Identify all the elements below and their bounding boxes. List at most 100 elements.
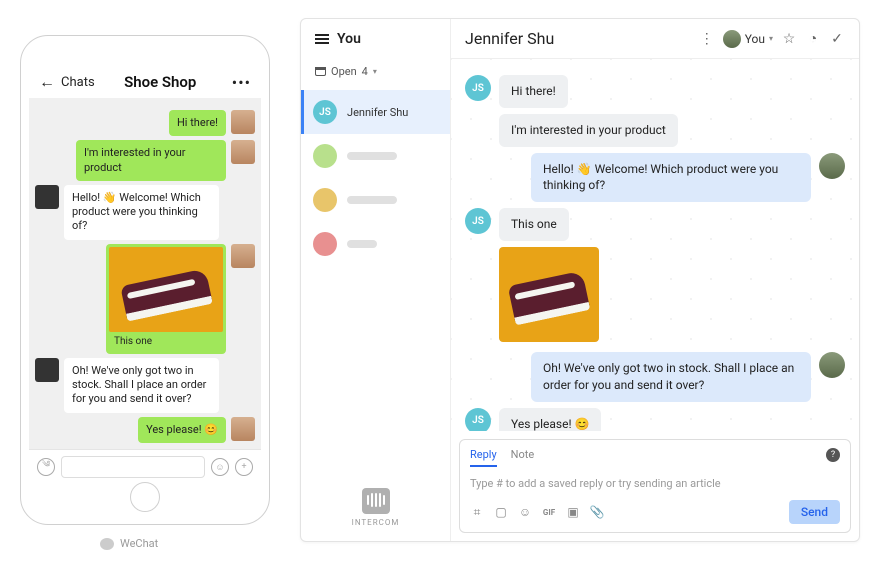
sidebar-header: You <box>301 19 450 59</box>
shoe-image <box>109 247 223 332</box>
conversation-avatar <box>313 232 337 256</box>
tab-reply[interactable]: Reply <box>470 448 497 467</box>
composer-input[interactable]: Type # to add a saved reply or try sendi… <box>470 473 840 500</box>
main-header: Jennifer Shu ⋮ You ▾ ☆ ◔ ✓ <box>451 19 859 59</box>
message-row: JS Yes please! 😊 <box>465 408 845 431</box>
phone-chat-body: Hi there! I'm interested in your product… <box>29 98 261 449</box>
incoming-bubble: Hi there! <box>499 75 568 108</box>
phone-text-input[interactable] <box>61 456 205 478</box>
image-caption: This one <box>109 332 223 351</box>
customer-avatar: JS <box>465 408 491 431</box>
message-row: Yes please! 😊 <box>35 417 255 443</box>
tab-note[interactable]: Note <box>511 448 535 467</box>
conversation-title: Jennifer Shu <box>465 29 691 48</box>
chevron-down-icon: ▾ <box>769 34 773 43</box>
message-row: JS Hi there! <box>465 75 845 108</box>
help-icon[interactable]: ? <box>826 448 840 462</box>
open-filter[interactable]: Open 4 ▾ <box>301 59 450 90</box>
user-avatar <box>231 244 255 268</box>
customer-avatar: JS <box>465 208 491 234</box>
intercom-logo-icon <box>362 488 390 514</box>
close-icon[interactable]: ✓ <box>829 31 845 47</box>
chevron-down-icon: ▾ <box>373 67 377 76</box>
phone-input-bar: ༄ ☺ + <box>29 449 261 484</box>
shop-avatar <box>35 358 59 382</box>
intercom-logo-text: INTERCOM <box>301 518 450 527</box>
intercom-app: You Open 4 ▾ JS Jennifer Shu <box>300 18 860 542</box>
snooze-icon[interactable]: ◔ <box>805 30 821 47</box>
conversation-item[interactable] <box>301 134 450 178</box>
saved-reply-icon[interactable]: ⌗ <box>470 505 484 519</box>
message-row: Oh! We've only got two in stock. Shall I… <box>35 358 255 413</box>
outgoing-bubble: I'm interested in your product <box>76 140 226 181</box>
chat-area: JS Hi there! I'm interested in your prod… <box>451 59 859 431</box>
message-row: Hi there! <box>35 110 255 136</box>
assignee-dropdown[interactable]: You ▾ <box>723 30 773 48</box>
conversation-avatar <box>313 144 337 168</box>
operator-avatar <box>819 153 845 179</box>
chat-title: Shoe Shop <box>89 73 232 91</box>
composer-toolbar: ⌗ ▢ ☺ GIF ▣ 📎 Send <box>470 500 840 524</box>
star-icon[interactable]: ☆ <box>781 31 797 47</box>
gif-icon[interactable]: GIF <box>542 505 556 519</box>
wechat-phone-mockup: ← Chats Shoe Shop ••• Hi there! I'm inte… <box>20 35 270 525</box>
intercom-logo: INTERCOM <box>301 474 450 541</box>
composer: ? Reply Note Type # to add a saved reply… <box>459 439 851 533</box>
message-row: Hello! 👋 Welcome! Which product were you… <box>35 185 255 240</box>
user-avatar <box>231 110 255 134</box>
phone-header: ← Chats Shoe Shop ••• <box>29 66 261 98</box>
conversation-avatar <box>313 188 337 212</box>
incoming-bubble: This one <box>499 208 569 241</box>
outgoing-bubble: Hello! 👋 Welcome! Which product were you… <box>531 153 811 203</box>
message-row: This one <box>35 244 255 354</box>
message-row: I'm interested in your product <box>35 140 255 181</box>
skeleton-text <box>347 240 377 248</box>
message-row: Hello! 👋 Welcome! Which product were you… <box>465 153 845 203</box>
incoming-bubble: Hello! 👋 Welcome! Which product were you… <box>64 185 219 240</box>
back-arrow-icon[interactable]: ← <box>39 72 55 92</box>
chat-image[interactable] <box>499 247 599 342</box>
voice-icon[interactable]: ༄ <box>37 458 55 476</box>
message-row: Oh! We've only got two in stock. Shall I… <box>465 352 845 402</box>
phone-menu-icon[interactable]: ••• <box>232 73 251 92</box>
conversation-name: Jennifer Shu <box>347 106 408 119</box>
send-button[interactable]: Send <box>789 500 840 524</box>
image-message[interactable]: This one <box>106 244 226 354</box>
user-avatar <box>231 140 255 164</box>
message-row: I'm interested in your product <box>465 114 845 147</box>
conversation-avatar: JS <box>313 100 337 124</box>
conversation-item[interactable] <box>301 178 450 222</box>
operator-avatar <box>819 352 845 378</box>
conversation-item[interactable] <box>301 222 450 266</box>
image-icon[interactable]: ▣ <box>566 505 580 519</box>
incoming-bubble: Oh! We've only got two in stock. Shall I… <box>64 358 219 413</box>
operator-avatar <box>723 30 741 48</box>
conversation-list: JS Jennifer Shu <box>301 90 450 474</box>
inbox-icon <box>315 67 326 76</box>
sidebar-title: You <box>337 31 361 47</box>
outgoing-bubble: Yes please! 😊 <box>138 417 226 443</box>
bookmark-icon[interactable]: ▢ <box>494 505 508 519</box>
emoji-icon[interactable]: ☺ <box>518 505 532 519</box>
sidebar: You Open 4 ▾ JS Jennifer Shu <box>301 19 451 541</box>
composer-tabs: Reply Note <box>470 448 840 467</box>
message-row: JS This one <box>465 208 845 241</box>
main-pane: Jennifer Shu ⋮ You ▾ ☆ ◔ ✓ JS Hi there! … <box>451 19 859 541</box>
outgoing-bubble: Oh! We've only got two in stock. Shall I… <box>531 352 811 402</box>
skeleton-text <box>347 196 397 204</box>
outgoing-bubble: Hi there! <box>169 110 226 136</box>
more-icon[interactable]: ⋮ <box>699 31 715 47</box>
plus-icon[interactable]: + <box>235 458 253 476</box>
incoming-bubble: I'm interested in your product <box>499 114 678 147</box>
shop-avatar <box>35 185 59 209</box>
customer-avatar: JS <box>465 75 491 101</box>
user-avatar <box>231 417 255 441</box>
wechat-caption: WeChat <box>100 537 158 550</box>
emoji-icon[interactable]: ☺ <box>211 458 229 476</box>
hamburger-icon[interactable] <box>315 34 329 44</box>
wechat-icon <box>100 538 114 550</box>
skeleton-text <box>347 152 397 160</box>
attachment-icon[interactable]: 📎 <box>590 505 604 519</box>
conversation-item[interactable]: JS Jennifer Shu <box>301 90 450 134</box>
incoming-bubble: Yes please! 😊 <box>499 408 601 431</box>
